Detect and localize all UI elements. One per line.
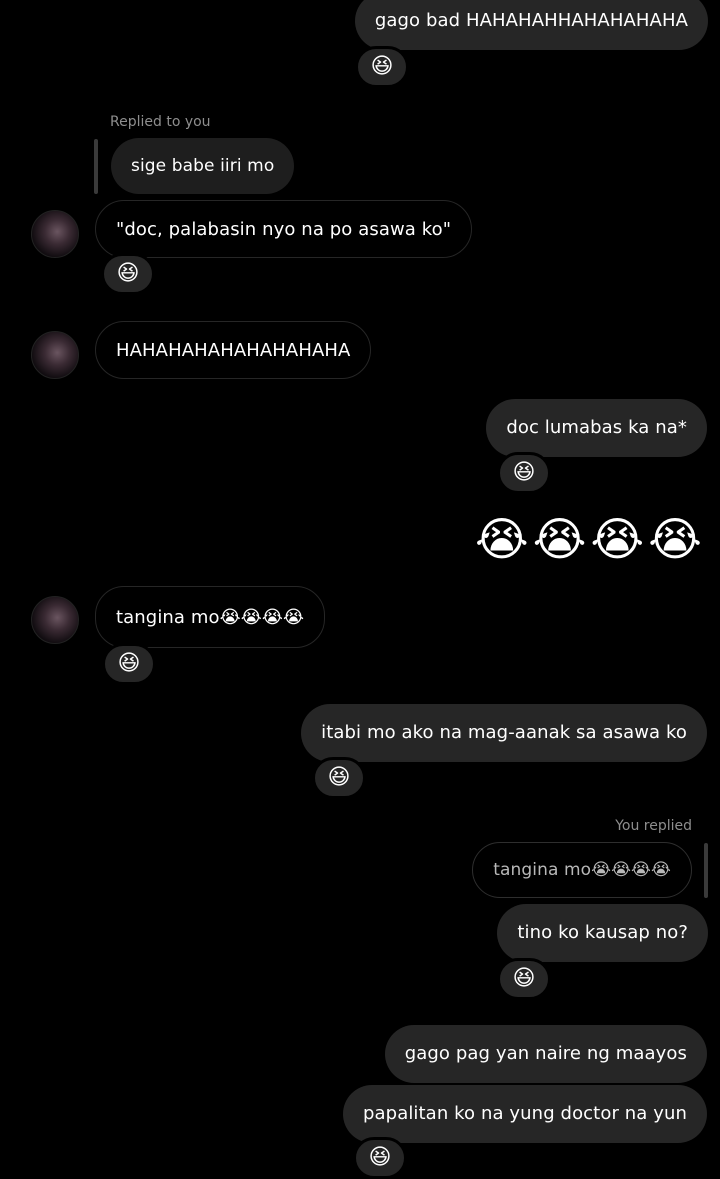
message-bubble[interactable]: gago pag yan naire ng maayos	[384, 1025, 707, 1083]
reaction-laugh[interactable]: 😆	[497, 958, 551, 1000]
message-bubble[interactable]: papalitan ko na yung doctor na yun	[343, 1085, 707, 1143]
emoji-message[interactable]: 😭😭😭😭	[475, 511, 706, 567]
reply-bar	[94, 139, 98, 194]
message-bubble[interactable]: itabi mo ako na mag-aanak sa asawa ko	[301, 704, 707, 762]
message-bubble[interactable]: doc lumabas ka na*	[486, 399, 707, 457]
reply-indicator: You replied	[615, 818, 692, 834]
message-bubble[interactable]: tino ko kausap no?	[497, 904, 708, 962]
message-bubble[interactable]: HAHAHAHAHAHAHAHAHA	[95, 321, 372, 379]
contact-avatar[interactable]	[31, 331, 79, 379]
reply-bar	[704, 843, 708, 898]
reaction-laugh[interactable]: 😆	[101, 253, 155, 295]
reaction-laugh[interactable]: 😆	[312, 757, 366, 799]
reaction-laugh[interactable]: 😆	[102, 643, 156, 685]
reaction-laugh[interactable]: 😆	[355, 46, 409, 88]
quoted-message[interactable]: tangina mo😭😭😭😭	[472, 842, 692, 898]
reply-indicator: Replied to you	[110, 114, 211, 130]
contact-avatar[interactable]	[31, 210, 79, 258]
quoted-message[interactable]: sige babe iiri mo	[111, 138, 295, 194]
contact-avatar[interactable]	[31, 596, 79, 644]
message-bubble[interactable]: gago bad HAHAHAHHAHAHAHAHA	[354, 0, 708, 50]
reaction-laugh[interactable]: 😆	[497, 452, 551, 494]
message-bubble[interactable]: "doc, palabasin nyo na po asawa ko"	[95, 200, 473, 258]
message-bubble[interactable]: tangina mo😭😭😭😭	[95, 586, 326, 648]
